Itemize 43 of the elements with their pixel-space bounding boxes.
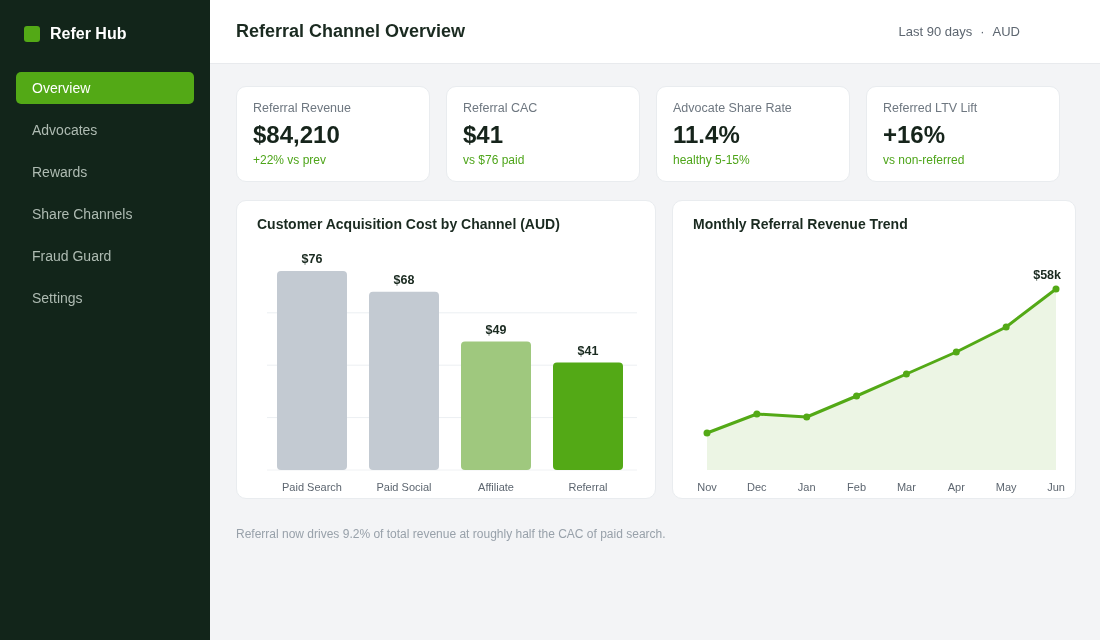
page-title: Referral Channel Overview (236, 21, 466, 42)
chart-title: Customer Acquisition Cost by Channel (AUD) (256, 215, 561, 234)
separator-dot: · (980, 24, 985, 39)
month-label: May (995, 481, 1017, 493)
footnote: Referral now drives 9.2% of total revenue at roughly half the CAC of paid search. (236, 527, 667, 541)
currency: AUD (992, 24, 1020, 39)
kpi-note: healthy 5-15% (673, 153, 751, 167)
nav-item[interactable]: Advocates (16, 114, 194, 146)
category-label: Affiliate (478, 481, 514, 493)
month-label: Feb (847, 481, 867, 493)
category-label: Paid Search (282, 481, 342, 493)
month-label: Apr (947, 481, 965, 493)
kpi-value: $84,210 (253, 121, 341, 149)
date-range: Last 90 days (898, 24, 973, 39)
nav-item[interactable]: Rewards (16, 156, 194, 188)
kpi-note: vs non-referred (883, 153, 966, 167)
value-label: $49 (485, 322, 507, 337)
value-label: $76 (301, 251, 323, 266)
nav-item[interactable]: Fraud Guard (16, 240, 194, 272)
month-label: Nov (697, 481, 717, 493)
value-label: $68 (393, 272, 415, 287)
month-label: Mar (896, 481, 916, 493)
kpi-note: vs $76 paid (463, 153, 526, 167)
nav-item[interactable]: Share Channels (16, 198, 194, 230)
category-label: Paid Social (376, 481, 432, 493)
month-label: Jan (797, 481, 816, 493)
kpi-label: Referral CAC (463, 101, 539, 115)
kpi-value: +16% (883, 121, 947, 149)
value-label: $41 (577, 343, 599, 358)
category-label: Referral (568, 481, 608, 493)
kpi-label: Advocate Share Rate (673, 101, 793, 115)
month-label: Jun (1047, 481, 1065, 493)
kpi-label: Referred LTV Lift (883, 101, 979, 115)
logo-icon (24, 26, 40, 42)
kpi-note: +22% vs prev (253, 153, 328, 167)
kpi-label: Referral Revenue (253, 101, 352, 115)
kpi-value: $41 (463, 121, 505, 149)
month-label: Dec (747, 481, 767, 493)
brand-name: Refer Hub (50, 25, 127, 43)
chart-title: Monthly Referral Revenue Trend (692, 215, 909, 234)
value-label: $58k (1033, 268, 1061, 282)
nav-item[interactable]: Settings (16, 282, 194, 314)
kpi-value: 11.4% (673, 121, 741, 149)
